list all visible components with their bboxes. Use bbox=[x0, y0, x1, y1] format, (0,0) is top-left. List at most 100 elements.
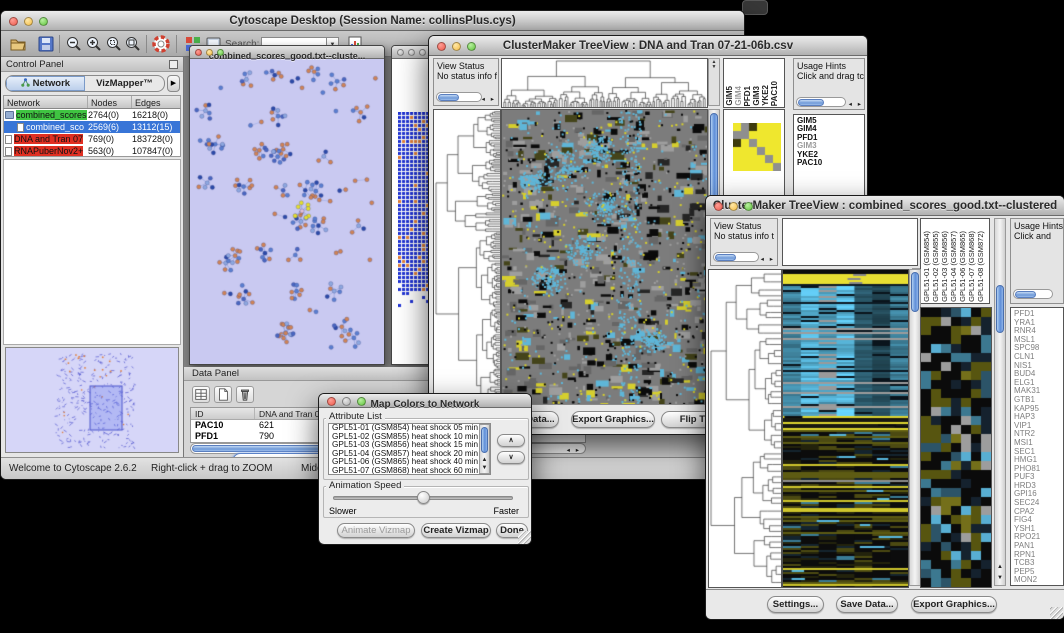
move-up-button[interactable]: ∧ bbox=[497, 434, 525, 447]
zoom-selected-icon[interactable] bbox=[105, 35, 123, 53]
slower-label: Slower bbox=[329, 506, 357, 516]
network-edges-count: 16218(0) bbox=[132, 110, 180, 120]
zoom-in-icon[interactable] bbox=[85, 35, 103, 53]
birdseye-canvas[interactable] bbox=[6, 348, 178, 452]
tv1-column-dendrogram[interactable] bbox=[501, 58, 708, 108]
tv1-status-scroll-arrows[interactable]: ◂ ▸ bbox=[482, 95, 496, 103]
tv1-status-hscroll[interactable] bbox=[436, 92, 482, 102]
network-list-row[interactable]: RNAPuberNov2+ 563(0) 107847(0) bbox=[4, 145, 180, 157]
tv2-export-graphics-button[interactable]: Export Graphics... bbox=[911, 596, 997, 613]
birdseye-overview-panel[interactable] bbox=[5, 347, 179, 453]
minimize-button[interactable] bbox=[408, 49, 415, 56]
minimize-button[interactable] bbox=[729, 202, 738, 211]
close-button[interactable] bbox=[327, 397, 336, 406]
network-name: DNA and Tran 07 bbox=[14, 134, 83, 144]
new-attribute-icon[interactable] bbox=[214, 386, 232, 403]
vscroll-down-arrow[interactable]: ▼ bbox=[995, 575, 1005, 582]
tv1-mini-scroll-arrows[interactable]: ▲▼ bbox=[708, 58, 720, 106]
col-header-edges[interactable]: Edges bbox=[132, 96, 180, 108]
zoom-button[interactable] bbox=[467, 42, 476, 51]
gene-label[interactable]: PAC10 bbox=[797, 159, 864, 167]
tv2-row-dendrogram[interactable] bbox=[708, 269, 782, 588]
dialog-titlebar[interactable]: Map Colors to Network bbox=[319, 394, 531, 408]
treeview-window-2: ClusterMaker TreeView : combined_scores_… bbox=[705, 195, 1064, 620]
tv2-zoom-heatmap[interactable] bbox=[920, 307, 992, 588]
close-button[interactable] bbox=[195, 49, 202, 56]
col-header-network[interactable]: Network bbox=[4, 96, 88, 108]
col-header-nodes[interactable]: Nodes bbox=[88, 96, 132, 108]
vscroll-thumb[interactable] bbox=[996, 285, 1004, 333]
create-vizmap-button[interactable]: Create Vizmap bbox=[421, 523, 491, 538]
minimize-button[interactable] bbox=[342, 397, 351, 406]
network-list-table: Network Nodes Edges combined_scores 2764… bbox=[3, 95, 181, 157]
tv1-zoom-matrix-heatmap[interactable] bbox=[733, 123, 781, 171]
tab-network[interactable]: Network bbox=[6, 76, 85, 91]
tv2-hints-hscroll[interactable] bbox=[1013, 289, 1053, 299]
tv2-column-dendrogram-area[interactable] bbox=[782, 218, 918, 266]
vscroll-down-arrow[interactable]: ▼ bbox=[480, 465, 489, 472]
zoom-fit-icon[interactable] bbox=[124, 35, 142, 53]
zoom-button[interactable] bbox=[744, 202, 753, 211]
float-panel-icon[interactable] bbox=[169, 60, 178, 69]
tv2-titlebar[interactable]: ClusterMaker TreeView : combined_scores_… bbox=[706, 196, 1064, 216]
animate-vizmap-button[interactable]: Animate Vizmap bbox=[337, 523, 415, 538]
network-tree-empty-area bbox=[3, 159, 181, 345]
network-list-row[interactable]: combined_sco 2569(6) 13112(15) bbox=[4, 121, 180, 133]
attribute-table-icon[interactable] bbox=[192, 386, 210, 403]
main-title-bar[interactable]: Cytoscape Desktop (Session Name: collins… bbox=[1, 11, 744, 31]
tv1-export-graphics-button[interactable]: Export Graphics... bbox=[571, 411, 655, 428]
tv1-global-heatmap[interactable] bbox=[501, 109, 708, 405]
minimize-button[interactable] bbox=[206, 49, 213, 56]
zoom-button[interactable] bbox=[357, 397, 366, 406]
resize-grip[interactable] bbox=[1050, 607, 1063, 620]
save-icon[interactable] bbox=[37, 35, 55, 53]
row-id: PFD1 bbox=[191, 431, 255, 442]
close-button[interactable] bbox=[397, 49, 404, 56]
tv1-hints-hscroll[interactable] bbox=[796, 97, 846, 107]
tab-vizmapper[interactable]: VizMapper™ bbox=[85, 76, 164, 91]
vscroll-up-arrow[interactable]: ▲ bbox=[480, 457, 489, 464]
tv2-global-heatmap[interactable] bbox=[782, 269, 909, 588]
attrlist-vscrollbar[interactable]: ▲ ▼ bbox=[479, 424, 490, 474]
network-view-window[interactable]: combined_scores_good.txt--cluste... bbox=[189, 45, 385, 365]
attribute-list-item[interactable]: GPL51-07 (GSM868) heat shock 60 min bbox=[329, 467, 490, 475]
tv1-row-dendrogram[interactable] bbox=[433, 109, 501, 405]
tv1-hints-scroll-arrows[interactable]: ◂ ▸ bbox=[849, 100, 863, 108]
tv2-right-vscrollbar[interactable]: ▲ ▼ bbox=[994, 218, 1006, 586]
id-column-header[interactable]: ID bbox=[191, 408, 255, 419]
tv2-save-data-button[interactable]: Save Data... bbox=[836, 596, 898, 613]
help-lifering-icon[interactable] bbox=[152, 35, 170, 53]
network-view-titlebar[interactable]: combined_scores_good.txt--cluste... bbox=[190, 46, 384, 59]
vscroll-thumb[interactable] bbox=[911, 272, 919, 312]
hscroll-arrows[interactable]: ◂ ▸ bbox=[567, 446, 581, 454]
network-nodes-count: 769(0) bbox=[88, 134, 132, 144]
tv1-titlebar[interactable]: ClusterMaker TreeView : DNA and Tran 07-… bbox=[429, 36, 867, 56]
vscroll-thumb[interactable] bbox=[481, 427, 488, 453]
network-list-row[interactable]: combined_scores 2764(0) 16218(0) bbox=[4, 109, 180, 121]
close-button[interactable] bbox=[437, 42, 446, 51]
network-graph-canvas[interactable] bbox=[190, 59, 384, 365]
network-edges-count: 183728(0) bbox=[132, 134, 180, 144]
resize-grip[interactable] bbox=[518, 531, 531, 544]
zoom-out-icon[interactable] bbox=[65, 35, 83, 53]
zoom-button[interactable] bbox=[217, 49, 224, 56]
zoom-button[interactable] bbox=[39, 17, 48, 26]
tv2-status-scroll-arrows[interactable]: ◂ ▸ bbox=[761, 255, 775, 263]
tab-overflow-button[interactable]: ▶ bbox=[167, 75, 180, 92]
tv2-settings-button[interactable]: Settings... bbox=[767, 596, 824, 613]
tv1-view-status-panel: View StatusNo status info f ◂ ▸ bbox=[433, 58, 499, 106]
minimize-button[interactable] bbox=[452, 42, 461, 51]
vscroll-up-arrow[interactable]: ▲ bbox=[995, 564, 1005, 571]
close-button[interactable] bbox=[9, 17, 18, 26]
tv2-status-hscroll[interactable] bbox=[713, 252, 759, 262]
network-list-row[interactable]: DNA and Tran 07 769(0) 183728(0) bbox=[4, 133, 180, 145]
minimize-button[interactable] bbox=[24, 17, 33, 26]
delete-trash-icon[interactable] bbox=[236, 386, 254, 403]
speed-slider-thumb[interactable] bbox=[417, 491, 430, 504]
move-down-button[interactable]: ∨ bbox=[497, 451, 525, 464]
close-button[interactable] bbox=[714, 202, 723, 211]
gene-label[interactable]: MON2 bbox=[1014, 576, 1063, 585]
control-panel-tabs: Network VizMapper™ bbox=[5, 75, 165, 92]
zoom-button[interactable] bbox=[419, 49, 426, 56]
open-file-icon[interactable] bbox=[9, 35, 27, 53]
